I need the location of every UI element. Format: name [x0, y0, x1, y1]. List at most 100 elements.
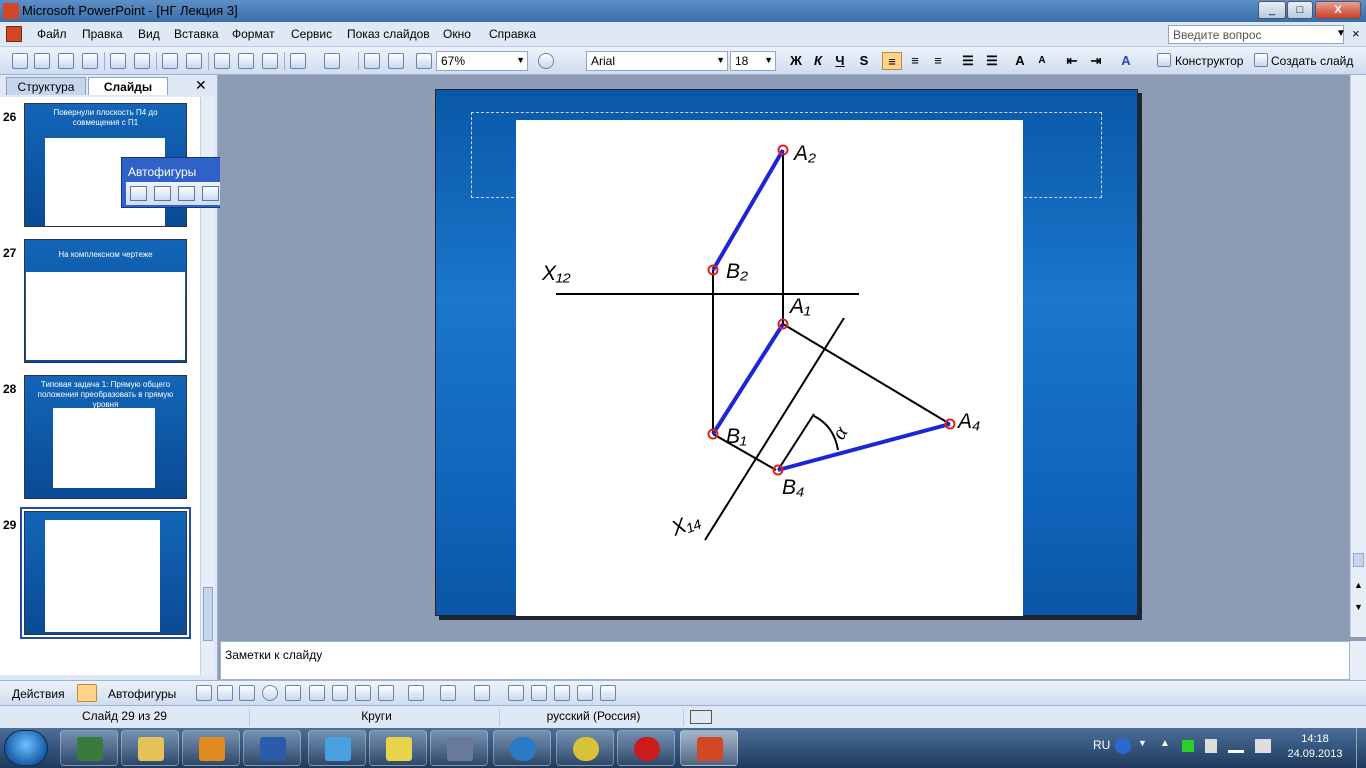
menu-insert[interactable]: Вставка [174, 27, 219, 41]
clipart-icon[interactable] [355, 685, 371, 701]
menu-view[interactable]: Вид [138, 27, 160, 41]
basic-shapes-icon[interactable] [178, 186, 195, 201]
menu-help[interactable]: Справка [489, 27, 536, 41]
device-tray-icon[interactable] [1205, 739, 1217, 753]
arrow-icon[interactable] [217, 685, 233, 701]
decrease-indent-button[interactable]: ⇤ [1062, 52, 1082, 70]
task-button-powerpoint[interactable] [680, 730, 738, 766]
current-slide[interactable]: A₂ B₂ X₁₂ A₁ B₁ A₄ B₄ X₁₄ α [435, 89, 1138, 616]
chevron-down-icon[interactable]: ▼ [716, 55, 725, 65]
spelling-icon[interactable] [162, 53, 178, 69]
select-pointer-icon[interactable] [77, 684, 97, 702]
undo-icon[interactable] [290, 53, 306, 69]
print-preview-icon[interactable] [134, 53, 150, 69]
task-button-word[interactable] [243, 730, 301, 766]
shadow-style-icon[interactable] [577, 685, 593, 701]
close-pane-button[interactable]: ✕ [195, 77, 207, 94]
slide-thumbnail-29[interactable] [20, 507, 191, 639]
task-button-player[interactable] [430, 730, 488, 766]
show-hidden-icons-icon[interactable]: ▲ [1160, 738, 1170, 749]
block-arrows-icon[interactable] [202, 186, 219, 201]
designer-icon[interactable] [1157, 53, 1171, 67]
oval-icon[interactable] [262, 685, 278, 701]
task-button-draw[interactable] [308, 730, 366, 766]
actions-menu[interactable]: Действия [12, 687, 65, 701]
align-center-button[interactable]: ≡ [905, 52, 925, 70]
line-icon[interactable] [196, 685, 212, 701]
task-button-media[interactable] [182, 730, 240, 766]
open-icon[interactable] [34, 53, 50, 69]
next-slide-icon[interactable]: ▼ [1354, 602, 1363, 612]
close-button[interactable]: X [1315, 1, 1361, 19]
font-color-icon[interactable] [474, 685, 490, 701]
document-icon[interactable] [6, 26, 22, 42]
bold-button[interactable]: Ж [786, 52, 806, 70]
insert-table-icon[interactable] [388, 53, 404, 69]
menu-window[interactable]: Окно [443, 27, 471, 41]
menu-format[interactable]: Формат [232, 27, 275, 41]
volume-icon[interactable] [1255, 739, 1271, 753]
help-search-input[interactable]: Введите вопрос [1168, 25, 1344, 44]
task-button-explorer[interactable] [121, 730, 179, 766]
font-color-button[interactable]: A [1116, 52, 1136, 70]
maximize-button[interactable]: □ [1287, 1, 1313, 19]
slide-drawing[interactable]: A₂ B₂ X₁₂ A₁ B₁ A₄ B₄ X₁₄ α [516, 120, 1023, 616]
slide-thumbnail-28[interactable]: Типовая задача 1: Прямую общего положени… [24, 375, 187, 499]
help-icon[interactable] [538, 53, 554, 69]
input-language-indicator[interactable]: RU [1093, 738, 1110, 752]
new-icon[interactable] [12, 53, 28, 69]
previous-slide-icon[interactable]: ▲ [1354, 580, 1363, 590]
decrease-font-button[interactable]: A [1032, 52, 1052, 70]
notes-pane[interactable]: Заметки к слайду [220, 641, 1350, 680]
shadow-button[interactable]: S [854, 52, 874, 70]
numbering-button[interactable]: ☰ [958, 52, 978, 70]
save-icon[interactable] [58, 53, 74, 69]
task-button-chrome[interactable] [556, 730, 614, 766]
chevron-down-icon[interactable]: ▼ [516, 55, 525, 65]
start-button[interactable] [4, 730, 48, 766]
line-color-icon[interactable] [440, 685, 456, 701]
notes-scrollbar[interactable] [1350, 641, 1366, 680]
increase-font-button[interactable]: A [1010, 52, 1030, 70]
align-left-button[interactable]: ≡ [882, 52, 902, 70]
zoom-select[interactable]: 67% ▼ [436, 51, 528, 71]
minimize-button[interactable]: _ [1258, 1, 1286, 19]
powerpoint-app-icon[interactable] [3, 3, 19, 19]
paste-icon[interactable] [238, 53, 254, 69]
picture-icon[interactable] [378, 685, 394, 701]
menu-tools[interactable]: Сервис [291, 27, 332, 41]
arrow-style-icon[interactable] [554, 685, 570, 701]
3d-style-icon[interactable] [600, 685, 616, 701]
scrollbar-thumb[interactable] [1353, 553, 1364, 567]
research-icon[interactable] [186, 53, 202, 69]
cut-icon[interactable] [214, 53, 230, 69]
fill-color-icon[interactable] [408, 685, 424, 701]
slide-thumbnail-27[interactable]: На комплексном чертеже [24, 239, 187, 363]
lines-icon[interactable] [130, 186, 147, 201]
help-tray-icon[interactable] [1115, 738, 1131, 754]
font-select[interactable]: Arial ▼ [586, 51, 728, 71]
task-button-k[interactable] [493, 730, 551, 766]
chevron-down-icon[interactable]: ▼ [764, 55, 773, 65]
underline-button[interactable]: Ч [830, 52, 850, 70]
task-button-batman[interactable] [369, 730, 427, 766]
designer-button[interactable]: Конструктор [1175, 54, 1243, 68]
menu-file[interactable]: Файл [37, 27, 67, 41]
bullets-button[interactable]: ☰ [982, 52, 1002, 70]
align-right-button[interactable]: ≡ [928, 52, 948, 70]
new-slide-button[interactable]: Создать слайд [1271, 54, 1353, 68]
task-button-opera[interactable] [617, 730, 675, 766]
connectors-icon[interactable] [154, 186, 171, 201]
signal-icon[interactable] [1228, 741, 1244, 753]
tray-chevron-icon[interactable]: ▼ [1138, 738, 1147, 748]
spelling-status-icon[interactable] [690, 710, 712, 724]
task-button-monitor[interactable] [60, 730, 118, 766]
format-painter-icon[interactable] [262, 53, 278, 69]
tab-outline[interactable]: Структура [6, 77, 86, 95]
clock[interactable]: 14:18 24.09.2013 [1285, 732, 1345, 762]
new-slide-icon[interactable] [1254, 53, 1268, 67]
document-close-button[interactable]: × [1352, 26, 1360, 41]
show-desktop-button[interactable] [1356, 728, 1366, 768]
italic-button[interactable]: К [808, 52, 828, 70]
font-size-select[interactable]: 18 ▼ [730, 51, 776, 71]
